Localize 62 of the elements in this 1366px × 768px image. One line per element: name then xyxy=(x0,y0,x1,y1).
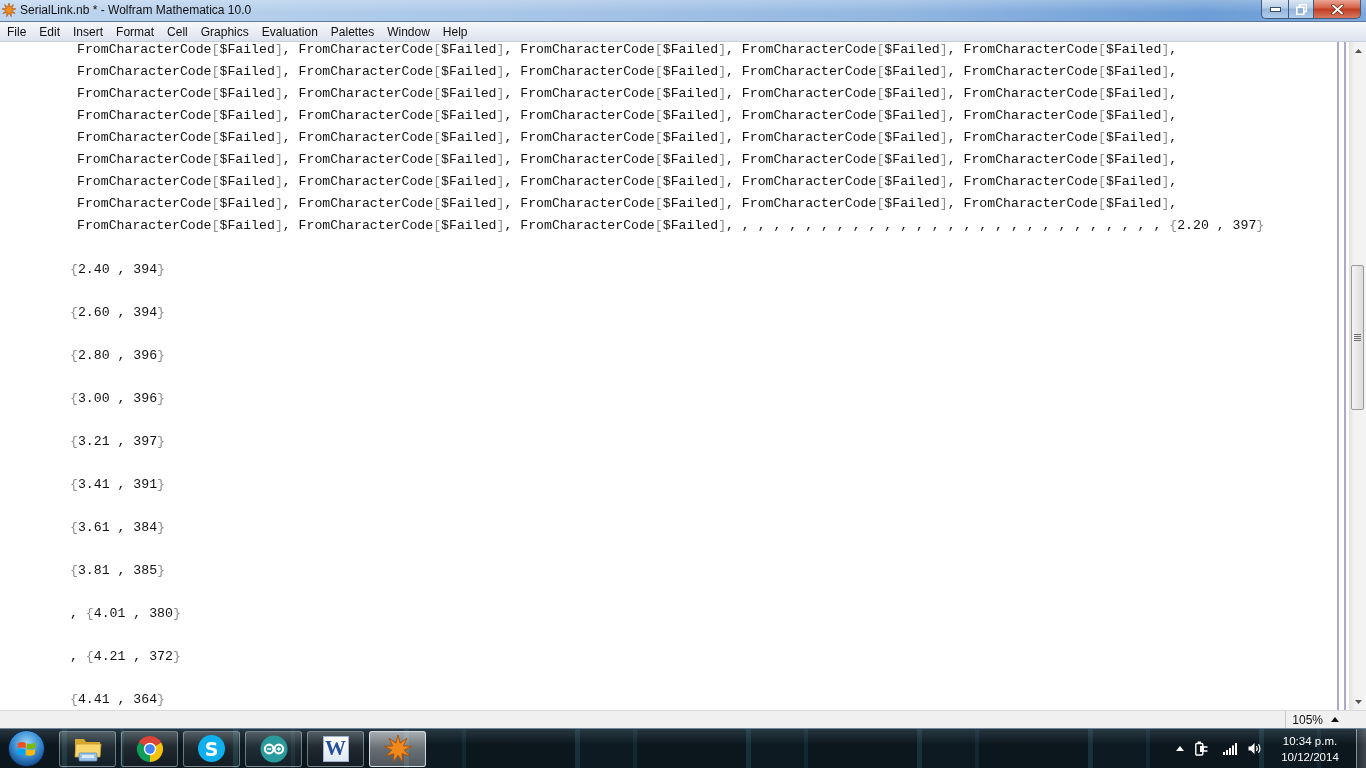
output-line: FromCharacterCode[$Failed], FromCharacterCode[$Failed], FromCharacterCode[$Failed], , , , , , , , , , , , , , , , , , , , , , , , , , , , {2.20 , 397} xyxy=(77,217,1265,235)
up-arrow-icon xyxy=(1354,48,1362,53)
clock-date[interactable]: 10/12/2014 xyxy=(1281,748,1339,765)
taskbar-button[interactable] xyxy=(121,730,178,767)
close-icon xyxy=(1330,3,1344,15)
output-line: FromCharacterCode[$Failed], FromCharacterCode[$Failed], FromCharacterCode[$Failed], FromCharacterCode[$Failed], FromCharacterCode[$Failed], xyxy=(77,42,1178,59)
output-line: FromCharacterCode[$Failed], FromCharacterCode[$Failed], FromCharacterCode[$Failed], FromCharacterCode[$Failed], FromCharacterCode[$Failed], xyxy=(77,195,1178,213)
output-line: FromCharacterCode[$Failed], FromCharacterCode[$Failed], FromCharacterCode[$Failed], FromCharacterCode[$Failed], FromCharacterCode[$Failed], xyxy=(77,63,1178,81)
menu-item[interactable]: File xyxy=(0,22,33,41)
taskbar-button[interactable] xyxy=(369,730,426,767)
scroll-thumb[interactable] xyxy=(1351,265,1364,410)
speaker-icon[interactable] xyxy=(1248,742,1262,755)
taskbar-button[interactable] xyxy=(59,730,116,767)
output-line: FromCharacterCode[$Failed], FromCharacterCode[$Failed], FromCharacterCode[$Failed], FromCharacterCode[$Failed], FromCharacterCode[$Failed], xyxy=(77,107,1178,125)
output-cell: , {4.21 , 372} xyxy=(70,649,181,665)
down-arrow-icon xyxy=(1354,699,1362,704)
output-cell: {3.81 , 385} xyxy=(70,563,165,579)
minimize-button[interactable] xyxy=(1261,0,1288,19)
restore-icon xyxy=(1295,3,1307,15)
menu-item[interactable]: Help xyxy=(436,22,475,41)
scrollbar[interactable] xyxy=(1349,42,1366,710)
output-line: FromCharacterCode[$Failed], FromCharacterCode[$Failed], FromCharacterCode[$Failed], FromCharacterCode[$Failed], FromCharacterCode[$Failed], xyxy=(77,173,1178,191)
menu-item[interactable]: Palettes xyxy=(324,22,381,41)
output-cell: {3.41 , 391} xyxy=(70,477,165,493)
menu-item[interactable]: Evaluation xyxy=(255,22,325,41)
power-plug-icon[interactable] xyxy=(1195,741,1208,756)
output-line: FromCharacterCode[$Failed], FromCharacterCode[$Failed], FromCharacterCode[$Failed], FromCharacterCode[$Failed], FromCharacterCode[$Failed], xyxy=(77,151,1178,169)
menu-item[interactable]: Edit xyxy=(32,22,67,41)
output-cell: {3.61 , 384} xyxy=(70,520,165,536)
output-cell: {2.60 , 394} xyxy=(70,305,165,321)
signal-bars-icon[interactable] xyxy=(1223,742,1238,755)
letter-badge: S xyxy=(198,735,225,762)
tricolor-wheel-icon xyxy=(135,734,164,763)
output-cell: , {4.01 , 380} xyxy=(70,606,181,622)
menu-item[interactable]: Graphics xyxy=(194,22,256,41)
up-triangle-icon xyxy=(1176,746,1184,751)
clock-time[interactable]: 10:34 p.m. xyxy=(1282,732,1338,749)
output-cell: {4.41 , 364} xyxy=(70,692,165,708)
output-cell: {3.21 , 397} xyxy=(70,434,165,450)
menu-item[interactable]: Format xyxy=(109,22,161,41)
restore-button[interactable] xyxy=(1288,0,1314,19)
output-cell: {2.40 , 394} xyxy=(70,262,165,278)
output-cell: {2.80 , 396} xyxy=(70,348,165,364)
output-line: FromCharacterCode[$Failed], FromCharacterCode[$Failed], FromCharacterCode[$Failed], FromCharacterCode[$Failed], FromCharacterCode[$Failed], xyxy=(77,85,1178,103)
close-button[interactable] xyxy=(1314,0,1361,19)
flag-icon xyxy=(16,739,37,758)
output-cell: {3.00 , 396} xyxy=(70,391,165,407)
show-desktop-button[interactable] xyxy=(1356,729,1366,768)
start-button[interactable] xyxy=(8,730,45,767)
window-title: SerialLink.nb * - Wolfram Mathematica 10.0 xyxy=(20,2,252,19)
taskbar-button[interactable]: W xyxy=(307,730,364,767)
letter-badge: W xyxy=(322,735,349,762)
up-triangle-icon xyxy=(1331,717,1339,722)
menu-item[interactable]: Cell xyxy=(160,22,195,41)
minimize-icon xyxy=(1269,6,1281,12)
output-line: FromCharacterCode[$Failed], FromCharacterCode[$Failed], FromCharacterCode[$Failed], FromCharacterCode[$Failed], FromCharacterCode[$Failed], xyxy=(77,129,1178,147)
star-burst-icon xyxy=(2,3,16,17)
menu-item[interactable]: Insert xyxy=(66,22,110,41)
menu-item[interactable]: Window xyxy=(380,22,437,41)
infinity-loop-icon xyxy=(259,734,288,763)
star-burst-icon xyxy=(383,734,412,763)
taskbar-button[interactable] xyxy=(245,730,302,767)
